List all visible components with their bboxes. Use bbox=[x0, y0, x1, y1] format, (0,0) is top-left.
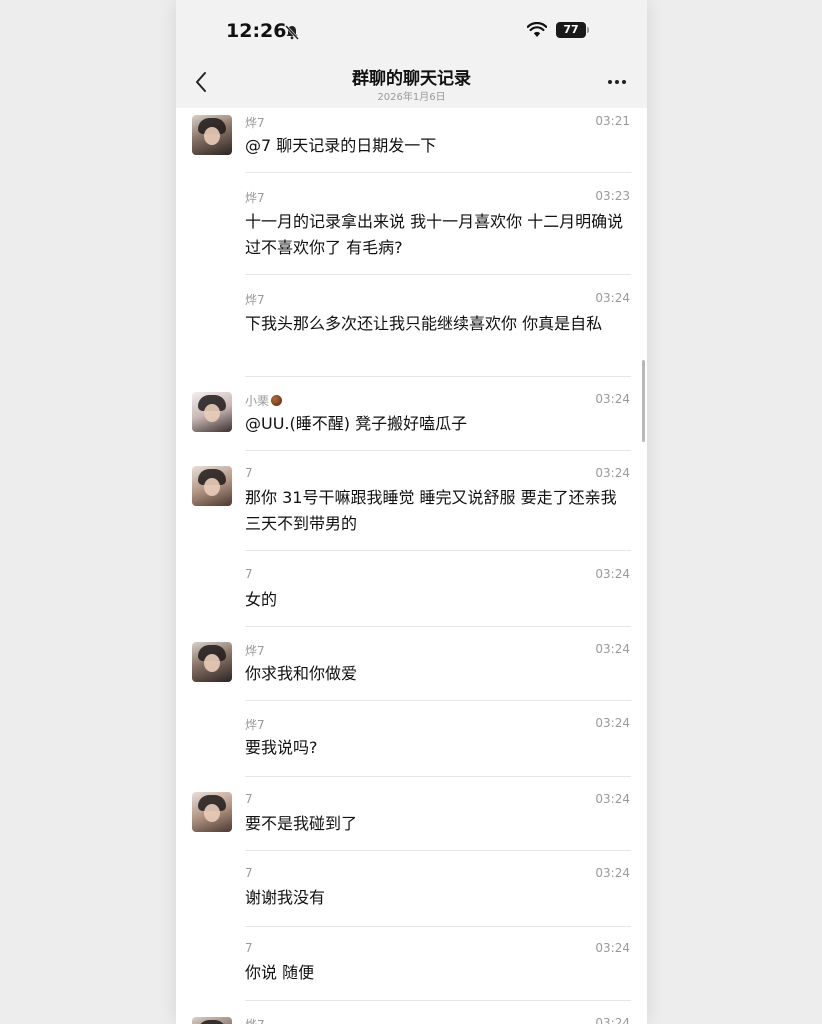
message-text: @UU.(睡不醒) 凳子搬好嗑瓜子 bbox=[245, 414, 468, 433]
message-divider bbox=[245, 1000, 631, 1001]
message-text: 女的 bbox=[245, 590, 278, 609]
message-time: 03:24 bbox=[595, 642, 630, 656]
avatar[interactable] bbox=[192, 115, 232, 155]
message-time: 03:24 bbox=[595, 716, 630, 730]
message-sender: 7 bbox=[245, 866, 253, 880]
message-sender: 烨7 bbox=[245, 644, 265, 658]
chat-message[interactable]: 7 03:24 你说 随便 bbox=[176, 938, 647, 1002]
bell-off-icon bbox=[285, 25, 299, 40]
chat-message[interactable]: 烨7 03:24 bbox=[176, 1012, 647, 1024]
message-time: 03:24 bbox=[595, 941, 630, 955]
message-sender: 烨7 bbox=[245, 1016, 265, 1024]
page-subtitle-date: 2026年1月6日 bbox=[377, 92, 446, 103]
more-dot-icon bbox=[615, 80, 619, 84]
message-text: 要不是我碰到了 bbox=[245, 814, 358, 833]
message-time: 03:24 bbox=[595, 1016, 630, 1024]
message-time: 03:24 bbox=[595, 291, 630, 305]
message-divider bbox=[245, 626, 631, 627]
message-sender: 7 bbox=[245, 941, 253, 955]
message-time: 03:24 bbox=[595, 392, 630, 406]
message-sender: 7 bbox=[245, 792, 253, 806]
wifi-icon bbox=[527, 22, 547, 37]
more-options-button[interactable] bbox=[604, 72, 630, 92]
chat-message[interactable]: 7 03:24 那你 31号干嘛跟我睡觉 睡完又说舒服 要走了还亲我 三天不到带… bbox=[176, 462, 647, 550]
message-time: 03:21 bbox=[595, 114, 630, 128]
message-time: 03:24 bbox=[595, 567, 630, 581]
avatar[interactable] bbox=[192, 792, 232, 832]
battery-cap bbox=[587, 27, 589, 33]
message-sender: 烨7 bbox=[245, 293, 265, 307]
phone-screen: 12:26 77 群聊的聊天记录 2026年1月6日 烨7 03:21 @7 聊… bbox=[176, 0, 647, 1024]
chat-message[interactable]: 小栗 03:24 @UU.(睡不醒) 凳子搬好嗑瓜子 bbox=[176, 386, 647, 450]
chat-message[interactable]: 烨7 03:24 下我头那么多次还让我只能继续喜欢你 你真是自私 bbox=[176, 286, 647, 376]
message-sender: 7 bbox=[245, 567, 253, 581]
chat-message[interactable]: 烨7 03:24 你求我和你做爱 bbox=[176, 638, 647, 700]
message-time: 03:23 bbox=[595, 189, 630, 203]
message-sender: 烨7 bbox=[245, 116, 265, 130]
message-divider bbox=[245, 700, 631, 701]
message-sender: 烨7 bbox=[245, 191, 265, 205]
status-time: 12:26 bbox=[226, 20, 287, 42]
message-divider bbox=[245, 776, 631, 777]
chat-message[interactable]: 烨7 03:21 @7 聊天记录的日期发一下 bbox=[176, 108, 647, 172]
message-divider bbox=[245, 926, 631, 927]
chat-message[interactable]: 烨7 03:23 十一月的记录拿出来说 我十一月喜欢你 十二月明确说过不喜欢你了… bbox=[176, 184, 647, 274]
chestnut-emoji-icon bbox=[271, 395, 283, 406]
message-divider bbox=[245, 274, 631, 275]
more-dot-icon bbox=[608, 80, 612, 84]
page-title: 群聊的聊天记录 bbox=[352, 69, 471, 89]
avatar[interactable] bbox=[192, 642, 232, 682]
more-dot-icon bbox=[622, 80, 626, 84]
message-sender: 烨7 bbox=[245, 718, 265, 732]
message-text: 要我说吗? bbox=[245, 738, 318, 757]
message-divider bbox=[245, 550, 631, 551]
message-time: 03:24 bbox=[595, 466, 630, 480]
message-time: 03:24 bbox=[595, 792, 630, 806]
message-text: 下我头那么多次还让我只能继续喜欢你 你真是自私 bbox=[245, 314, 603, 333]
message-sender: 小栗 bbox=[245, 392, 283, 409]
scrollbar[interactable] bbox=[642, 360, 645, 442]
navigation-bar: 12:26 77 群聊的聊天记录 2026年1月6日 bbox=[176, 0, 647, 108]
avatar[interactable] bbox=[192, 1017, 232, 1024]
chat-message[interactable]: 7 03:24 谢谢我没有 bbox=[176, 862, 647, 926]
battery-indicator: 77 bbox=[556, 22, 586, 38]
avatar[interactable] bbox=[192, 392, 232, 432]
message-divider bbox=[245, 850, 631, 851]
message-divider bbox=[245, 376, 631, 377]
message-text: 谢谢我没有 bbox=[245, 888, 326, 907]
sender-name: 小栗 bbox=[245, 394, 270, 408]
avatar[interactable] bbox=[192, 466, 232, 506]
chat-message[interactable]: 7 03:24 要不是我碰到了 bbox=[176, 788, 647, 850]
message-text: @7 聊天记录的日期发一下 bbox=[245, 136, 437, 155]
message-divider bbox=[245, 172, 631, 173]
message-sender: 7 bbox=[245, 466, 253, 480]
message-time: 03:24 bbox=[595, 866, 630, 880]
message-text: 十一月的记录拿出来说 我十一月喜欢你 十二月明确说过不喜欢你了 有毛病? bbox=[245, 212, 624, 257]
chat-message[interactable]: 7 03:24 女的 bbox=[176, 562, 647, 626]
message-text: 你求我和你做爱 bbox=[245, 664, 358, 683]
message-text: 你说 随便 bbox=[245, 963, 315, 982]
chat-message[interactable]: 烨7 03:24 要我说吗? bbox=[176, 712, 647, 776]
message-divider bbox=[245, 450, 631, 451]
message-text: 那你 31号干嘛跟我睡觉 睡完又说舒服 要走了还亲我 三天不到带男的 bbox=[245, 488, 617, 533]
